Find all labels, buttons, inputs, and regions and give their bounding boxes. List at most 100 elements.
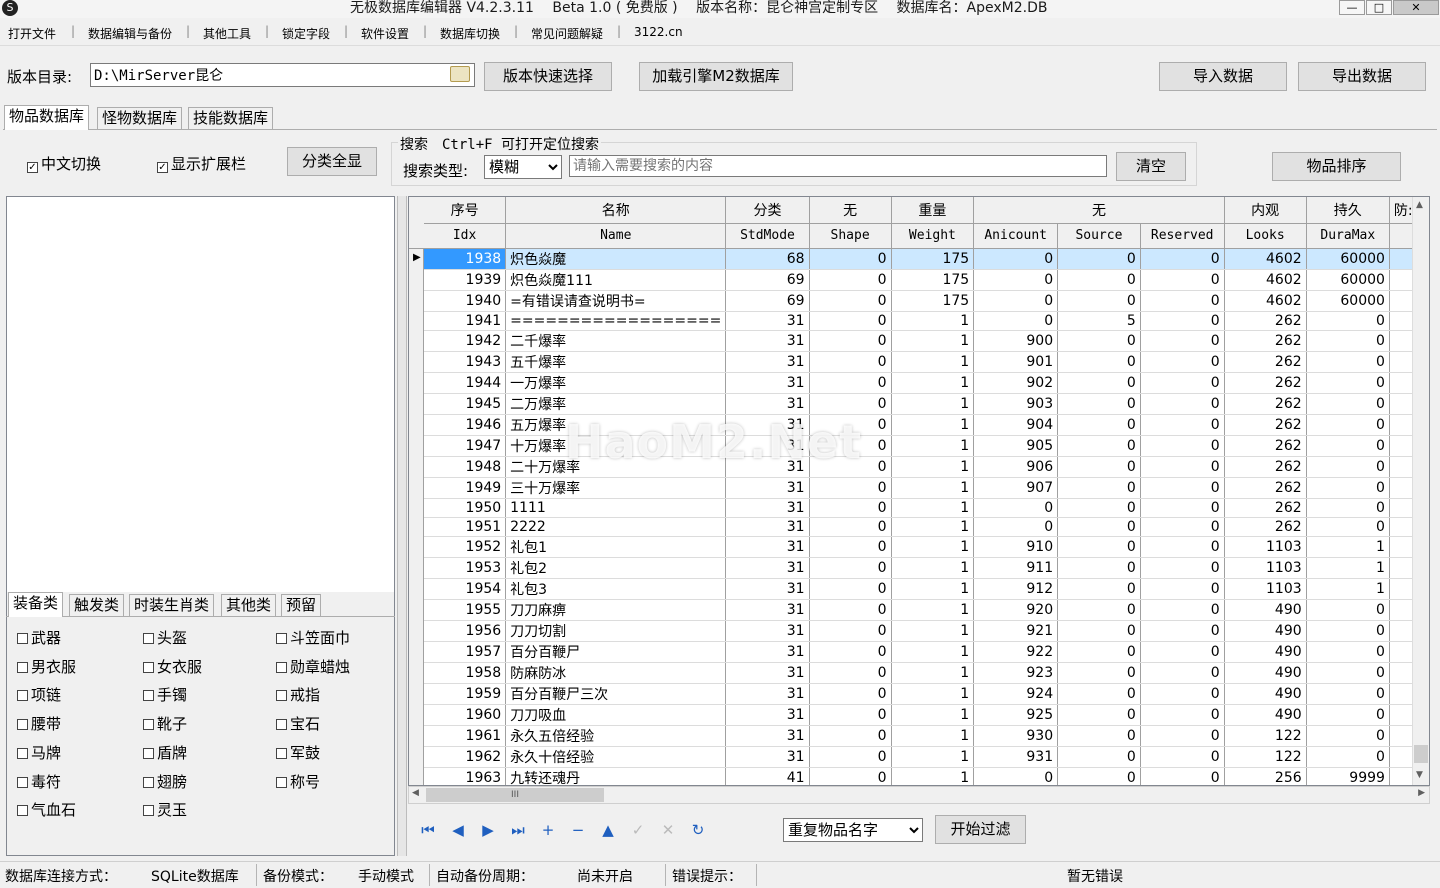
table-cell[interactable]: 1	[891, 372, 975, 394]
table-cell[interactable]: 910	[973, 536, 1059, 558]
category-checkbox[interactable]: 翅膀	[143, 771, 187, 792]
table-cell[interactable]: 0	[809, 557, 892, 579]
cancel-icon[interactable]: ✕	[658, 820, 678, 840]
category-checkbox[interactable]: 勋章蜡烛	[276, 656, 350, 677]
table-cell[interactable]: 0	[809, 248, 892, 270]
table-cell[interactable]: 31	[725, 536, 810, 558]
tab-skills-db[interactable]: 技能数据库	[188, 107, 274, 129]
cell-idx[interactable]: 1961	[424, 725, 507, 747]
table-cell[interactable]: 60000	[1306, 290, 1390, 312]
table-cell[interactable]: 68	[725, 248, 810, 270]
category-checkbox[interactable]: 腰带	[17, 713, 61, 734]
cell-name[interactable]: 炽色焱魔	[505, 248, 727, 270]
table-cell[interactable]: 1	[891, 620, 975, 642]
table-cell[interactable]: 0	[1057, 578, 1141, 600]
table-cell[interactable]: 0	[1140, 477, 1225, 499]
maximize-button[interactable]: □	[1366, 0, 1392, 15]
table-cell[interactable]: 0	[809, 536, 892, 558]
category-checkbox[interactable]: 手镯	[143, 684, 187, 705]
table-cell[interactable]: 69	[725, 290, 810, 312]
category-checkbox[interactable]: 称号	[276, 771, 320, 792]
table-row[interactable]: 1956 刀刀切割 31 0 1 921 0 0 490 0	[424, 620, 1429, 642]
minimize-button[interactable]: —	[1339, 0, 1365, 15]
table-cell[interactable]: 0	[1306, 662, 1390, 684]
category-checkbox[interactable]: 宝石	[276, 713, 320, 734]
table-cell[interactable]: 0	[1057, 557, 1141, 579]
table-row[interactable]: 1960 刀刀吸血 31 0 1 925 0 0 490 0	[424, 704, 1429, 726]
table-cell[interactable]: 262	[1224, 311, 1307, 331]
header-weight[interactable]: Weight	[891, 223, 975, 249]
table-cell[interactable]: 175	[891, 290, 975, 312]
table-cell[interactable]: 0	[1306, 725, 1390, 747]
cell-idx[interactable]: 1950	[424, 498, 507, 518]
category-checkbox[interactable]: 军鼓	[276, 742, 320, 763]
table-cell[interactable]: 0	[1057, 330, 1141, 352]
table-cell[interactable]: 0	[809, 311, 892, 331]
filter-select[interactable]: 重复物品名字	[783, 818, 923, 842]
table-cell[interactable]: 1	[891, 599, 975, 621]
category-checkbox[interactable]: 武器	[17, 627, 61, 648]
table-cell[interactable]: 0	[809, 620, 892, 642]
cell-idx[interactable]: 1944	[424, 372, 507, 394]
cell-name[interactable]: 礼包2	[505, 557, 727, 579]
table-cell[interactable]: 0	[973, 498, 1059, 518]
table-cell[interactable]: 906	[973, 456, 1059, 478]
grid-vertical-scrollbar[interactable]: ▲ ▼	[1412, 197, 1429, 785]
table-cell[interactable]: 0	[809, 683, 892, 705]
header-shape[interactable]: Shape	[809, 223, 892, 249]
quick-select-button[interactable]: 版本快速选择	[484, 62, 612, 91]
table-cell[interactable]: 0	[973, 767, 1059, 785]
table-cell[interactable]: 9999	[1306, 767, 1390, 785]
table-cell[interactable]: 0	[1057, 498, 1141, 518]
cell-idx[interactable]: 1951	[424, 517, 507, 537]
table-cell[interactable]: 0	[809, 641, 892, 663]
table-cell[interactable]: 0	[809, 498, 892, 518]
cell-name[interactable]: 刀刀麻痹	[505, 599, 727, 621]
table-cell[interactable]: 31	[725, 477, 810, 499]
table-cell[interactable]: 0	[1140, 330, 1225, 352]
cell-name[interactable]: 百分百鞭尸三次	[505, 683, 727, 705]
table-cell[interactable]: 0	[1140, 456, 1225, 478]
table-cell[interactable]: 4602	[1224, 269, 1307, 291]
table-cell[interactable]: 0	[1306, 414, 1390, 436]
table-cell[interactable]: 31	[725, 662, 810, 684]
table-cell[interactable]: 0	[1306, 372, 1390, 394]
category-checkbox[interactable]: 气血石	[17, 799, 76, 820]
table-cell[interactable]: 1	[891, 578, 975, 600]
clear-button[interactable]: 清空	[1116, 152, 1186, 181]
table-cell[interactable]: 903	[973, 393, 1059, 415]
header-idx-cn[interactable]: 序号	[424, 197, 507, 224]
table-cell[interactable]: 902	[973, 372, 1059, 394]
table-cell[interactable]: 1	[891, 414, 975, 436]
table-cell[interactable]: 41	[725, 767, 810, 785]
table-cell[interactable]: 923	[973, 662, 1059, 684]
table-cell[interactable]: 922	[973, 641, 1059, 663]
table-cell[interactable]: 0	[1306, 393, 1390, 415]
header-none2-cn[interactable]: 无	[973, 197, 1225, 224]
header-idx[interactable]: Idx	[424, 223, 507, 249]
tab-fashion-zodiac[interactable]: 时装生肖类	[129, 594, 215, 616]
menu-lock-fields[interactable]: 锁定字段	[282, 25, 330, 42]
menu-open-file[interactable]: 打开文件	[8, 25, 56, 42]
table-cell[interactable]: 0	[809, 725, 892, 747]
table-row[interactable]: 1957 百分百鞭尸 31 0 1 922 0 0 490 0	[424, 641, 1429, 663]
header-category-cn[interactable]: 分类	[725, 197, 810, 224]
table-cell[interactable]: 0	[1057, 456, 1141, 478]
menu-settings[interactable]: 软件设置	[361, 25, 409, 42]
grid-horizontal-scrollbar[interactable]: ◀ III ▶	[408, 786, 1430, 804]
category-checkbox[interactable]: 戒指	[276, 684, 320, 705]
table-cell[interactable]: 0	[809, 767, 892, 785]
table-cell[interactable]: 31	[725, 704, 810, 726]
table-cell[interactable]: 4602	[1224, 248, 1307, 270]
table-cell[interactable]: 0	[1057, 725, 1141, 747]
table-cell[interactable]: 1	[891, 536, 975, 558]
table-cell[interactable]: 0	[1306, 456, 1390, 478]
table-cell[interactable]: 0	[973, 517, 1059, 537]
table-row[interactable]: 1951 2222 31 0 1 0 0 0 262 0	[424, 517, 1429, 537]
table-cell[interactable]: 907	[973, 477, 1059, 499]
cell-idx[interactable]: 1946	[424, 414, 507, 436]
table-cell[interactable]: 1103	[1224, 536, 1307, 558]
table-cell[interactable]: 0	[809, 599, 892, 621]
table-cell[interactable]: 1	[891, 704, 975, 726]
table-cell[interactable]: 0	[1306, 620, 1390, 642]
